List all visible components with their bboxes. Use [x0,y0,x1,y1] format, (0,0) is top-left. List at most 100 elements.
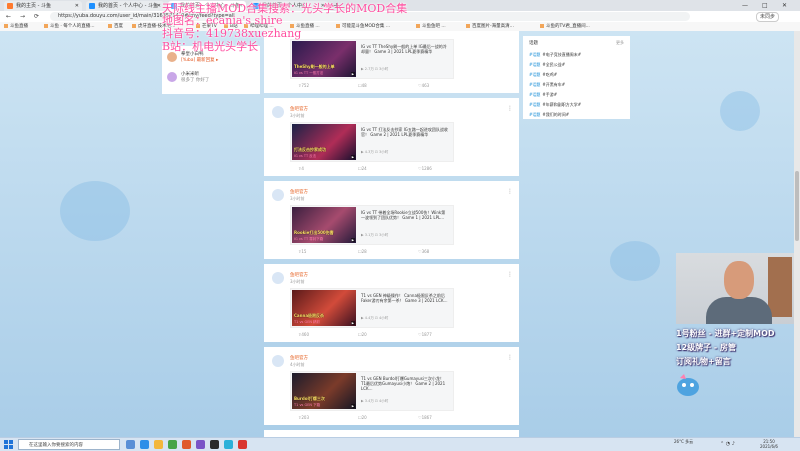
share-button[interactable]: ⇪ 203 [298,415,309,420]
like-button[interactable]: ♡ 1867 [418,415,432,420]
avatar[interactable] [272,106,284,118]
feed-post [264,430,519,437]
like-button[interactable]: ♡ 368 [418,249,429,254]
thumbnail-subcaption: IG vs TT 反击 [294,154,317,158]
video-card[interactable]: Burdol打爆三次 T1 vs GEN 下路 ▶ T1 vs GEN Burd… [290,371,454,411]
video-title[interactable]: IG vs TT 打法反击抄家 IG五路一起进攻团队战收官！ Game 2 | … [361,127,449,137]
video-thumbnail[interactable]: Rookie打出500伤害 IG vs TT 零封下路 ▶ [292,207,356,243]
bookmark-item[interactable]: 百度图片-海量高清... [466,22,514,31]
app-icon[interactable] [210,440,219,449]
forward-button[interactable]: → [20,11,25,22]
weather-widget[interactable]: 26°C 多云 [674,439,693,444]
topic-item[interactable]: #话题 #吃鸡# [529,72,557,78]
video-stats: ▶ 2.7万 ⊡ 3小时 [361,67,389,71]
bookmark-item[interactable]: 可能是斗鱼MOD合集 ... [336,22,390,31]
video-title[interactable]: IG vs TT TheShy刷一般的上单 IG最后一战的冷却量！ Game 3… [361,44,449,54]
like-button[interactable]: ♡ 1286 [418,166,432,171]
post-actions: ⇪ 4 ☐ 24 ♡ 1286 [298,166,488,172]
video-thumbnail[interactable]: TheShy刷一般的上单 IG vs TT 一般打法 ▶ [292,41,356,77]
bookmark-item[interactable]: 斗鱼直播 [4,22,28,31]
tab-favicon-icon [89,3,95,9]
video-title[interactable]: IG vs TT 带着全场Rookie立战500伤！Wink第一波领到了团队优势… [361,210,449,220]
windows-start-icon[interactable] [4,440,13,449]
topics-more-link[interactable]: 更多 [616,40,624,46]
play-icon: ▶ [350,404,355,408]
more-options-icon[interactable]: ⋮ [507,354,513,361]
topics-card: 话题 更多 #话题 #电子竞技直播周末# #话题 #全民公益# #话题 #吃鸡# #话… [523,36,630,119]
app-icon[interactable] [238,440,247,449]
back-button[interactable]: ← [6,11,11,22]
video-stats: ▶ 4.3万 ⊡ 3小时 [361,150,389,154]
maximize-button[interactable]: □ [762,0,768,11]
comment-button[interactable]: ☐ 20 [358,332,367,337]
video-card[interactable]: TheShy刷一般的上单 IG vs TT 一般打法 ▶ IG vs TT Th… [290,39,454,79]
bookmark-icon [108,23,112,28]
edge-browser-icon[interactable] [140,440,149,449]
topic-item[interactable]: #话题 #开黑有车# [529,82,565,88]
comment-button[interactable]: ☐ 20 [358,415,367,420]
file-explorer-icon[interactable] [154,440,163,449]
avatar[interactable] [272,355,284,367]
task-view-icon[interactable] [126,440,135,449]
bookmark-icon [132,23,136,28]
topic-item[interactable]: #话题 #全民公益# [529,62,565,68]
video-title[interactable]: T1 vs GEN 神级操作！ Canna极限反杀之前后Faker游刃有余第一杀… [361,293,449,303]
topic-item[interactable]: #话题 #电子竞技直播周末# [529,52,581,58]
page-scrollbar[interactable] [794,31,800,437]
bookmark-item[interactable]: 斗鱼 · 每个人的直播... [44,22,95,31]
share-button[interactable]: ⇪ 460 [298,332,309,337]
webcam-feed [676,253,794,324]
avatar [167,72,177,82]
share-button[interactable]: ⇪ 4 [298,166,304,171]
close-window-button[interactable]: ✕ [782,0,787,11]
bookmark-item[interactable]: 斗鱼鱼吧 ... [416,22,446,31]
minimize-button[interactable]: — [742,0,748,11]
topic-item[interactable]: #话题 #我们的时间# [529,112,569,118]
app-icon[interactable] [224,440,233,449]
scrollbar-thumb[interactable] [795,171,799,241]
tab-close-icon[interactable]: ✕ [75,1,79,11]
comment-button[interactable]: ☐ 28 [358,249,367,254]
like-button[interactable]: ♡ 1877 [418,332,432,337]
browser-tab-2[interactable]: 我的首页 - 个人中心 - 斗鱼 ✕ [86,1,164,11]
video-thumbnail[interactable]: 打法反击抄家成功 IG vs TT 反击 ▶ [292,124,356,160]
video-card[interactable]: Canna极限反杀 T1 vs GEN 精彩 ▶ T1 vs GEN 神级操作！… [290,288,454,328]
video-thumbnail[interactable]: Canna极限反杀 T1 vs GEN 精彩 ▶ [292,290,356,326]
share-button[interactable]: ⇪ 15 [298,249,306,254]
app-icon[interactable] [168,440,177,449]
avatar[interactable] [272,272,284,284]
video-thumbnail[interactable]: Burdol打爆三次 T1 vs GEN 下路 ▶ [292,373,356,409]
bookmark-icon [336,23,340,28]
like-button[interactable]: ♡ 463 [418,83,429,88]
more-options-icon[interactable]: ⋮ [507,188,513,195]
avatar[interactable] [272,189,284,201]
topic-item[interactable]: #话题 #年薪和副职方大学# [529,102,581,108]
clock[interactable]: 21:50 2021/6/6 [760,439,778,449]
more-options-icon[interactable]: ⋮ [507,271,513,278]
more-options-icon[interactable]: ⋮ [507,105,513,112]
comment-button[interactable]: ☐ 48 [358,83,367,88]
app-icon[interactable] [182,440,191,449]
background-decoration [610,241,660,281]
profile-button[interactable]: 未同步 [756,12,780,22]
video-card[interactable]: 打法反击抄家成功 IG vs TT 反击 ▶ IG vs TT 打法反击抄家 I… [290,122,454,162]
share-button[interactable]: ⇪ 752 [298,83,309,88]
browser-tab-1[interactable]: 我的主页 - 斗鱼 ✕ [4,1,82,11]
refresh-button[interactable]: ⟳ [34,11,39,22]
topic-item[interactable]: #话题 #手游# [529,92,557,98]
video-title[interactable]: T1 vs GEN Burdol打爆Gumayusi三次小龙！ T1最后优势Gu… [361,376,449,391]
post-author[interactable]: 鱼吧官方 [290,355,308,361]
post-author[interactable]: 鱼吧官方 [290,189,308,195]
post-author[interactable]: 鱼吧官方 [290,106,308,112]
streamer-body [706,297,772,324]
video-card[interactable]: Rookie打出500伤害 IG vs TT 零封下路 ▶ IG vs TT 带… [290,205,454,245]
app-icon[interactable] [196,440,205,449]
comment-button[interactable]: ☐ 24 [358,166,367,171]
tray-icons[interactable]: ⌃ ◔ ♪ [720,439,735,450]
feed-post: 鱼吧官方 3小时前 ⋮ 打法反击抄家成功 IG vs TT 反击 ▶ IG vs… [264,98,519,176]
bookmark-item[interactable]: 百度 [108,22,123,31]
bookmark-item[interactable]: 斗鱼的TV君_直播间... [540,22,590,31]
taskbar-search-input[interactable]: 在这里输入你要搜索的内容 [18,439,120,450]
post-author[interactable]: 鱼吧官方 [290,272,308,278]
tab-close-icon[interactable]: ✕ [157,1,161,11]
